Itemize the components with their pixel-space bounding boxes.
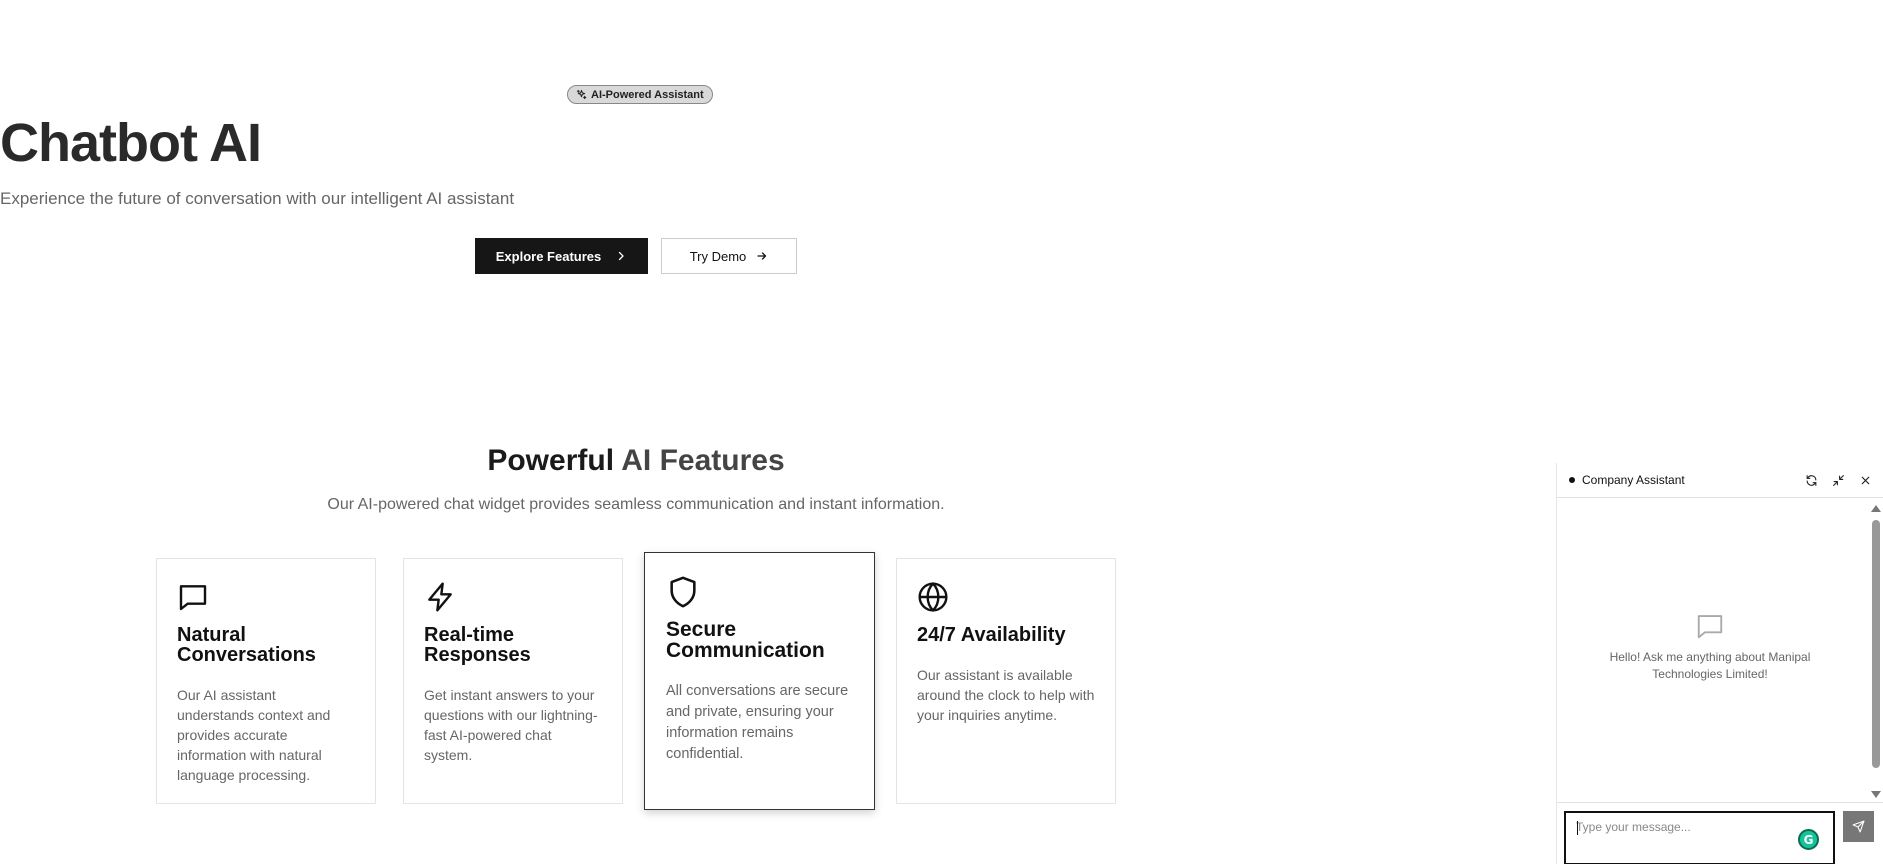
send-icon	[1852, 820, 1865, 833]
feature-card-natural-conversations[interactable]: Natural Conversations Our AI assistant u…	[156, 558, 376, 804]
grammarly-icon[interactable]: G	[1798, 829, 1819, 850]
sparkles-icon	[576, 89, 587, 100]
chevron-right-icon	[619, 251, 624, 261]
text-cursor	[1577, 821, 1578, 835]
shield-icon	[670, 576, 696, 608]
explore-features-button[interactable]: Explore Features	[475, 238, 648, 274]
minimize-icon	[1832, 474, 1844, 486]
feature-card-secure-communication[interactable]: Secure Communication All conversations a…	[644, 552, 875, 810]
feature-card-title: 24/7 Availability	[917, 624, 1066, 646]
features-title: Powerful AI Features	[0, 444, 1272, 478]
send-button[interactable]	[1843, 811, 1874, 842]
status-dot	[1569, 477, 1575, 483]
chat-scrollbar[interactable]	[1870, 503, 1882, 798]
empty-state: Hello! Ask me anything about Manipal Tec…	[1557, 611, 1863, 683]
close-icon	[1861, 476, 1869, 484]
chat-widget: Company Assistant Hello! Ask me anything…	[1556, 463, 1883, 864]
features-title-light: AI Features	[621, 444, 785, 477]
arrow-right-icon	[757, 252, 767, 260]
feature-card-text: Our assistant is available around the cl…	[917, 667, 1095, 723]
feature-card-real-time-responses[interactable]: Real-time Responses Get instant answers …	[403, 558, 623, 804]
ai-badge: AI-Powered Assistant	[567, 85, 713, 104]
message-square-icon	[179, 585, 207, 611]
feature-card-availability[interactable]: 24/7 Availability Our assistant is avail…	[896, 558, 1116, 804]
features-title-bold: Powerful	[487, 444, 622, 477]
empty-message: Hello! Ask me anything about Manipal Tec…	[1609, 650, 1811, 681]
scroll-thumb[interactable]	[1872, 520, 1880, 768]
feature-card-title: Secure Communication	[666, 618, 825, 662]
message-input[interactable]	[1564, 811, 1835, 864]
feature-card-text: All conversations are secure and private…	[666, 683, 849, 762]
feature-card-title: Real-time Responses	[424, 624, 531, 666]
chat-title: Company Assistant	[1582, 473, 1685, 487]
minimize-button[interactable]	[1830, 472, 1846, 488]
feature-card-text: Our AI assistant understands context and…	[177, 687, 331, 783]
hero-title: Chatbot AI	[0, 113, 262, 173]
feature-card-title: Natural Conversations	[177, 624, 316, 666]
hero-subtitle: Experience the future of conversation wi…	[0, 189, 515, 208]
try-demo-label: Try Demo	[689, 248, 747, 264]
grammarly-glyph: G	[1803, 832, 1814, 847]
close-button[interactable]	[1857, 472, 1873, 488]
scroll-up-arrow-icon[interactable]	[1871, 505, 1881, 512]
scroll-down-arrow-icon[interactable]	[1871, 791, 1881, 798]
features-subtitle: Our AI-powered chat widget provides seam…	[327, 496, 945, 513]
globe-icon	[918, 581, 948, 613]
chat-input-area: G	[1557, 802, 1883, 864]
zap-icon	[428, 582, 452, 612]
explore-features-label: Explore Features	[495, 248, 602, 264]
chat-header: Company Assistant	[1557, 463, 1883, 498]
feature-card-text: Get instant answers to your questions wi…	[424, 687, 598, 763]
refresh-icon	[1806, 474, 1816, 486]
message-square-icon	[1697, 615, 1723, 639]
try-demo-button[interactable]: Try Demo	[661, 238, 797, 274]
badge-label: AI-Powered Assistant	[591, 88, 704, 101]
refresh-button[interactable]	[1803, 472, 1819, 488]
chat-messages: Hello! Ask me anything about Manipal Tec…	[1557, 499, 1883, 802]
